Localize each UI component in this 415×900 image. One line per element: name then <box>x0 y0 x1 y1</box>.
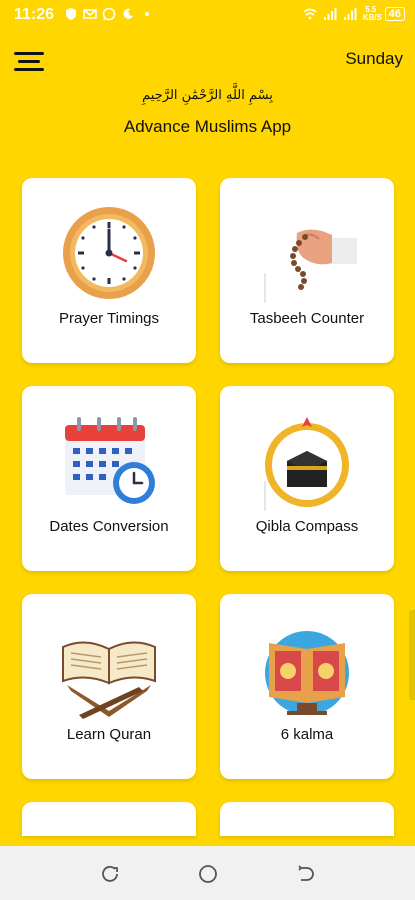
whatsapp-icon <box>102 7 116 21</box>
shield-icon <box>66 8 76 20</box>
home-icon[interactable] <box>198 864 218 884</box>
wifi-icon <box>303 8 317 20</box>
status-bar: 11:26 5.5 KB/S 46 <box>0 0 415 30</box>
status-time: 11:26 <box>14 6 55 23</box>
card-tasbeeh-counter[interactable]: Tasbeeh Counter <box>220 178 394 363</box>
page-title: Advance Muslims App <box>123 117 292 136</box>
card-qibla-compass[interactable]: Qibla Compass <box>220 386 394 571</box>
card-6-kalma[interactable]: 6 kalma <box>220 594 394 779</box>
day-label: Sunday <box>345 49 403 68</box>
moon-icon <box>123 8 133 19</box>
recent-apps-icon[interactable] <box>100 864 120 884</box>
card-label: Tasbeeh Counter <box>249 310 365 327</box>
card-label: Qibla Compass <box>255 518 359 535</box>
card-partial-left[interactable] <box>22 802 196 836</box>
menu-button[interactable] <box>14 52 44 72</box>
card-partial-right[interactable] <box>220 802 394 836</box>
calendar-icon <box>65 417 155 504</box>
card-prayer-timings[interactable]: Prayer Timings <box>22 178 196 363</box>
network-speed: 5.5 KB/S <box>362 5 382 22</box>
bismillah-text: بِسْمِ اللَّهِ الرَّحْمَٰنِ الرَّحِيمِ <box>142 88 273 103</box>
quran-icon <box>62 641 156 719</box>
gmail-icon <box>83 9 97 19</box>
card-label: 6 kalma <box>280 726 334 743</box>
card-label: Prayer Timings <box>58 310 160 327</box>
dot-icon <box>145 12 149 16</box>
app-header: Sunday بِسْمِ اللَّهِ الرَّحْمَٰنِ الرَّ… <box>0 38 415 148</box>
clock-icon <box>63 207 155 299</box>
kalma-book-icon <box>265 631 349 715</box>
back-icon[interactable] <box>295 864 315 884</box>
notification-icons <box>64 7 154 21</box>
battery-indicator: 46 <box>384 7 405 21</box>
battery-level: 46 <box>388 8 401 20</box>
system-nav-bar <box>0 846 415 900</box>
kaaba-compass-icon <box>264 417 349 511</box>
system-icons: 5.5 KB/S 46 <box>303 6 405 22</box>
tasbeeh-icon <box>264 229 357 303</box>
card-label: Dates Conversion <box>49 518 169 535</box>
card-label: Learn Quran <box>66 726 152 743</box>
card-learn-quran[interactable]: Learn Quran <box>22 594 196 779</box>
signal-icon <box>323 8 337 20</box>
signal-icon-2 <box>343 8 357 20</box>
scroll-indicator[interactable] <box>409 610 415 700</box>
card-dates-conversion[interactable]: Dates Conversion <box>22 386 196 571</box>
